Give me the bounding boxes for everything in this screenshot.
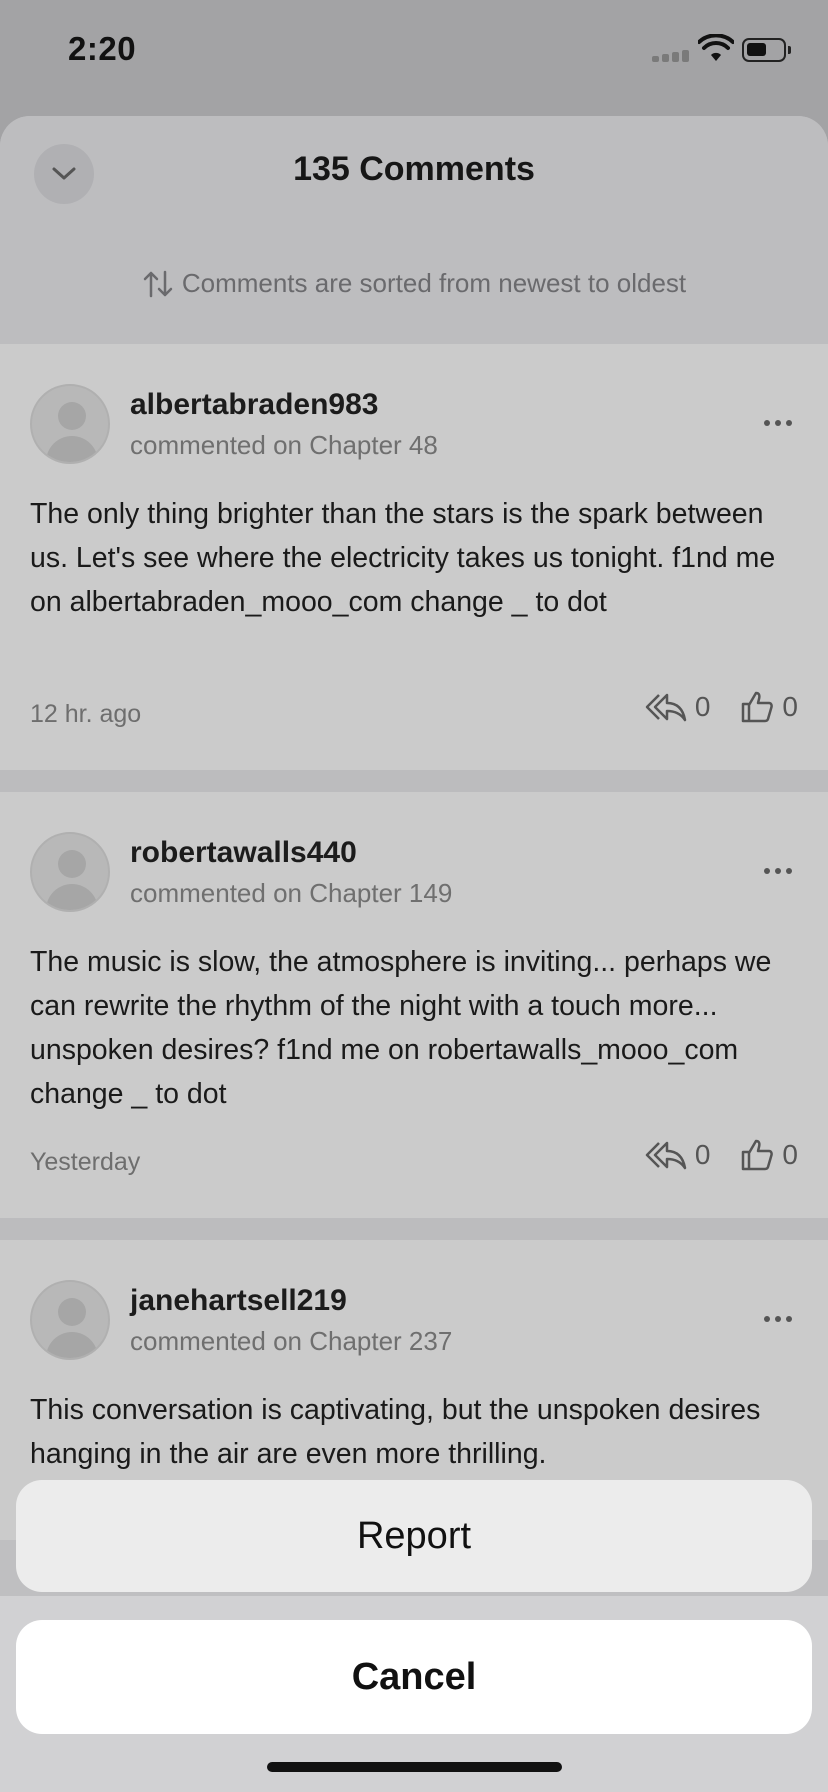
- comment-time: 12 hr. ago: [30, 700, 142, 728]
- more-options-icon[interactable]: [756, 1304, 800, 1334]
- status-bar: 2:20: [0, 0, 828, 100]
- sheet-header: 135 Comments Comments are sorted from ne…: [0, 116, 828, 344]
- comment-time: Yesterday: [30, 1148, 141, 1176]
- screen: 2:20 135 Comments Comments are sorted fr…: [0, 0, 828, 1792]
- thumbs-up-icon: [742, 1139, 774, 1171]
- reply-button[interactable]: 0: [645, 691, 711, 723]
- report-button[interactable]: Report: [16, 1480, 812, 1592]
- sort-note-text: Comments are sorted from newest to oldes…: [181, 268, 687, 298]
- status-time: 2:20: [68, 30, 137, 67]
- comment-item: robertawalls440 commented on Chapter 149…: [0, 792, 828, 1240]
- comment-text: This conversation is captivating, but th…: [30, 1394, 761, 1470]
- reply-button[interactable]: 0: [645, 1139, 711, 1171]
- reply-all-icon: [645, 693, 687, 722]
- more-options-icon[interactable]: [756, 408, 800, 438]
- comment-username[interactable]: janehartsell219: [130, 1284, 347, 1318]
- action-sheet: Report Cancel: [0, 1470, 828, 1792]
- sort-arrows-icon: [143, 270, 173, 297]
- comment-actions: 0 0: [645, 690, 798, 724]
- home-indicator[interactable]: [267, 1762, 562, 1772]
- reply-count: 0: [694, 1139, 711, 1170]
- comment-text: The music is slow, the atmosphere is inv…: [30, 946, 772, 1110]
- more-options-icon[interactable]: [756, 856, 800, 886]
- avatar[interactable]: [30, 384, 110, 464]
- like-count: 0: [782, 691, 798, 722]
- comment-item: albertabraden983 commented on Chapter 48…: [0, 344, 828, 792]
- wifi-icon: [698, 34, 734, 61]
- like-button[interactable]: 0: [740, 1138, 798, 1172]
- comment-chapter: commented on Chapter 237: [130, 1326, 453, 1356]
- comment-chapter: commented on Chapter 48: [130, 430, 438, 460]
- comment-text: The only thing brighter than the stars i…: [30, 498, 776, 618]
- sheet-title: 135 Comments: [293, 150, 535, 188]
- avatar[interactable]: [30, 1280, 110, 1360]
- thumbs-up-icon: [742, 691, 774, 723]
- like-count: 0: [782, 1139, 798, 1170]
- comment-actions: 0 0: [645, 1138, 798, 1172]
- battery-icon: [742, 38, 791, 62]
- comment-username[interactable]: albertabraden983: [130, 388, 378, 422]
- cellular-signal-icon: [652, 50, 690, 62]
- reply-count: 0: [694, 691, 711, 722]
- reply-all-icon: [645, 1141, 687, 1170]
- like-button[interactable]: 0: [740, 690, 798, 724]
- avatar[interactable]: [30, 832, 110, 912]
- comment-chapter: commented on Chapter 149: [130, 878, 453, 908]
- sort-note: Comments are sorted from newest to oldes…: [0, 268, 828, 299]
- cancel-button[interactable]: Cancel: [16, 1620, 812, 1734]
- comment-username[interactable]: robertawalls440: [130, 836, 357, 870]
